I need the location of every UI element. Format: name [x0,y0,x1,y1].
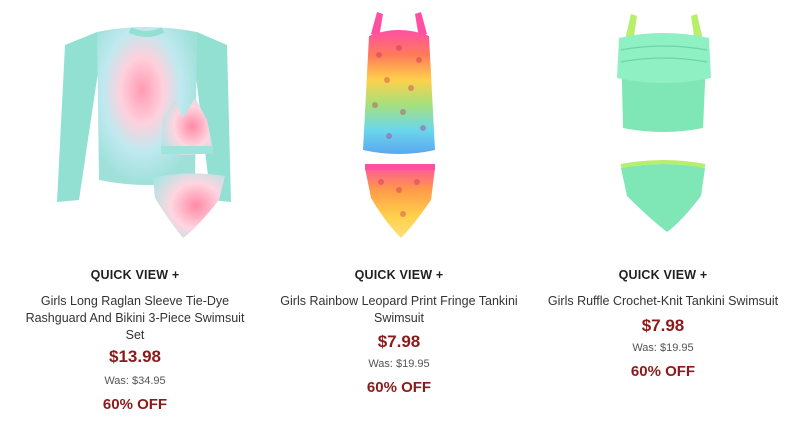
was-price: Was: $34.95 [104,375,166,387]
product-grid: QUICK VIEW + Girls Long Raglan Sleeve Ti… [0,0,806,437]
sale-price: $13.98 [109,347,161,366]
product-card[interactable]: QUICK VIEW + Girls Long Raglan Sleeve Ti… [2,0,268,413]
discount-badge: 60% OFF [366,379,432,396]
rainbow-leopard-tankini-image[interactable] [299,0,499,250]
discount-badge: 60% OFF [630,363,696,380]
tie-dye-rashguard-set-image[interactable] [35,0,235,250]
ruffle-crochet-tankini-image[interactable] [563,0,763,250]
discount-badge: 60% OFF [102,396,168,413]
product-title[interactable]: Girls Rainbow Leopard Print Fringe Tanki… [280,293,518,327]
was-price: Was: $19.95 [368,358,430,370]
was-price: Was: $19.95 [632,342,694,354]
product-title[interactable]: Girls Ruffle Crochet-Knit Tankini Swimsu… [544,293,782,310]
product-card[interactable]: QUICK VIEW + Girls Rainbow Leopard Print… [266,0,532,396]
sale-price: $7.98 [641,316,685,335]
quick-view-button[interactable]: QUICK VIEW + [530,268,796,282]
product-card[interactable]: QUICK VIEW + Girls Ruffle Crochet-Knit T… [530,0,796,380]
quick-view-button[interactable]: QUICK VIEW + [2,268,268,282]
quick-view-button[interactable]: QUICK VIEW + [266,268,532,282]
sale-price: $7.98 [377,332,421,351]
product-title[interactable]: Girls Long Raglan Sleeve Tie-Dye Rashgua… [16,293,254,344]
